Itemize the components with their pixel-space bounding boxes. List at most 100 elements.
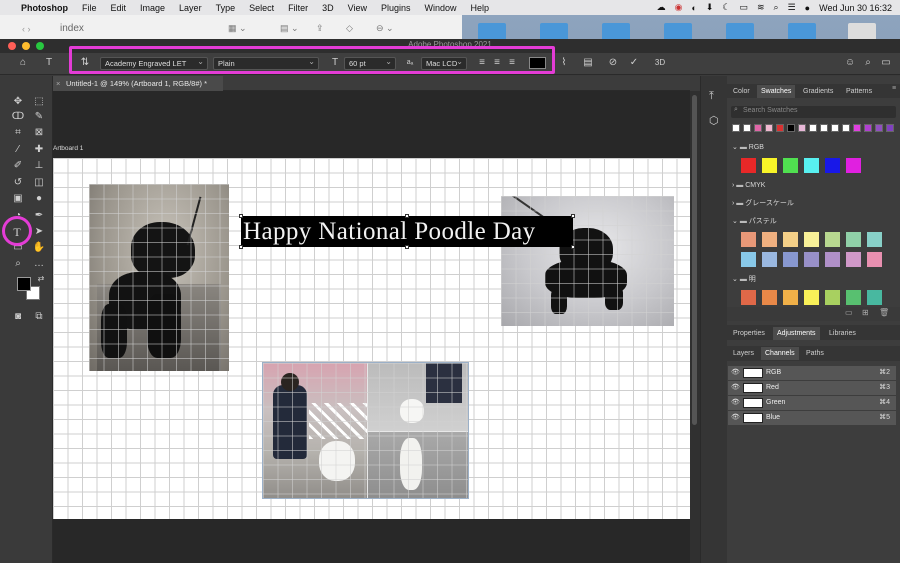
workspace-icon[interactable]: ▭ <box>879 56 893 70</box>
artboard-label[interactable]: Artboard 1 <box>53 145 83 152</box>
stamp-tool-icon[interactable]: ⊥ <box>32 159 46 173</box>
swatch[interactable] <box>875 124 883 132</box>
hand-tool-icon[interactable]: ✋ <box>32 241 46 255</box>
tab-channels[interactable]: Channels <box>761 347 799 360</box>
menu-image[interactable]: Image <box>133 3 172 13</box>
frame-tool-icon[interactable]: ⊠ <box>32 126 46 140</box>
eye-icon[interactable]: 👁 <box>731 396 740 410</box>
swatch[interactable] <box>783 252 798 267</box>
menu-type[interactable]: Type <box>209 3 243 13</box>
close-tab-icon[interactable]: × <box>56 76 60 91</box>
channel-row[interactable]: 👁 Green ⌘4 <box>728 396 896 410</box>
tab-properties[interactable]: Properties <box>733 327 765 340</box>
tab-patterns[interactable]: Patterns <box>846 85 872 98</box>
transform-handle[interactable] <box>239 214 243 218</box>
record-icon[interactable]: ◉ <box>675 2 683 13</box>
menu-plugins[interactable]: Plugins <box>374 3 418 13</box>
menu-edit[interactable]: Edit <box>104 3 134 13</box>
transform-handle[interactable] <box>405 214 409 218</box>
group-icon[interactable]: ▤ ⌄ <box>280 23 299 34</box>
eye-icon[interactable]: 👁 <box>731 366 740 380</box>
screen-mode-icon[interactable]: ⧉ <box>32 310 46 324</box>
channel-row[interactable]: 👁 RGB ⌘2 <box>728 366 896 380</box>
menu-view[interactable]: View <box>341 3 374 13</box>
swatch[interactable] <box>754 124 762 132</box>
more-tools-icon[interactable]: … <box>32 257 46 271</box>
swatch[interactable] <box>867 290 882 305</box>
cancel-icon[interactable]: ⊘ <box>606 56 620 70</box>
tag-icon[interactable]: ◇ <box>346 23 353 34</box>
swatch[interactable] <box>809 124 817 132</box>
menu-filter[interactable]: Filter <box>281 3 315 13</box>
crop-tool-icon[interactable]: ⌗ <box>11 126 25 140</box>
swatch[interactable] <box>853 124 861 132</box>
path-select-tool-icon[interactable]: ➤ <box>32 225 46 239</box>
swap-colors-icon[interactable]: ⇄ <box>34 272 48 286</box>
search-menubar-icon[interactable]: ⌕ <box>774 2 779 13</box>
panel-menu-icon[interactable]: ≡ <box>892 85 896 92</box>
gradient-tool-icon[interactable]: ▣ <box>11 192 25 206</box>
transform-handle[interactable] <box>239 245 243 249</box>
tab-swatches[interactable]: Swatches <box>757 85 796 98</box>
history-brush-icon[interactable]: ↺ <box>11 176 25 190</box>
menu-window[interactable]: Window <box>418 3 464 13</box>
tab-paths[interactable]: Paths <box>806 347 824 360</box>
history-panel-icon[interactable]: ⤒ <box>709 90 714 103</box>
swatch[interactable] <box>864 124 872 132</box>
download-icon[interactable]: ⬇ <box>706 2 714 13</box>
transform-handle[interactable] <box>405 245 409 249</box>
swatch[interactable] <box>787 124 795 132</box>
swatch[interactable] <box>732 124 740 132</box>
3d-panel-icon[interactable]: ⬡ <box>709 114 719 127</box>
disclosure-icon[interactable]: ⌄ <box>732 144 740 151</box>
zoom-tool-icon[interactable]: ⌕ <box>11 257 25 271</box>
swatch[interactable] <box>804 232 819 247</box>
swatch-group[interactable]: › ▬ CMYK <box>732 180 765 192</box>
folder-icon[interactable]: ▭ <box>845 308 853 317</box>
eyedropper-tool-icon[interactable]: ⁄ <box>11 143 25 157</box>
swatch[interactable] <box>825 290 840 305</box>
menu-3d[interactable]: 3D <box>315 3 341 13</box>
swatch[interactable] <box>867 232 882 247</box>
swatch[interactable] <box>804 158 819 173</box>
menu-file[interactable]: File <box>75 3 104 13</box>
swatch-search-input[interactable]: ⌕ Search Swatches <box>731 106 896 118</box>
lasso-tool-icon[interactable]: ↀ <box>11 110 25 124</box>
share-cloud-icon[interactable]: ☺ <box>843 56 857 70</box>
keyboard-icon[interactable]: ▭ <box>739 2 748 13</box>
swatch[interactable] <box>842 124 850 132</box>
swatch[interactable] <box>762 252 777 267</box>
swatch[interactable] <box>804 290 819 305</box>
moon-icon[interactable]: ☾ <box>722 2 730 13</box>
swatch[interactable] <box>867 252 882 267</box>
swatch-group[interactable]: ⌄ ▬ RGB <box>732 142 764 154</box>
menu-app-name[interactable]: Photoshop <box>14 3 75 13</box>
user-icon[interactable]: ● <box>805 3 810 13</box>
swatch[interactable] <box>846 232 861 247</box>
swatch[interactable] <box>825 232 840 247</box>
swatch[interactable] <box>846 158 861 173</box>
swatch[interactable] <box>825 252 840 267</box>
swatch[interactable] <box>741 232 756 247</box>
pen-tool-icon[interactable]: ✒ <box>32 209 46 223</box>
warp-text-icon[interactable]: ⌇ <box>557 56 571 70</box>
control-center-icon[interactable]: ☰ <box>788 2 796 13</box>
close-button[interactable] <box>8 42 16 50</box>
tab-gradients[interactable]: Gradients <box>803 85 833 98</box>
channel-row[interactable]: 👁 Red ⌘3 <box>728 381 896 395</box>
swatch[interactable] <box>741 158 756 173</box>
swatch[interactable] <box>762 290 777 305</box>
swatch[interactable] <box>776 124 784 132</box>
3d-button[interactable]: 3D <box>652 56 668 70</box>
swatch[interactable] <box>886 124 894 132</box>
move-tool-icon[interactable]: ✥ <box>11 95 25 109</box>
menu-layer[interactable]: Layer <box>172 3 209 13</box>
back-forward-icon[interactable]: ‹ › <box>22 24 31 34</box>
home-icon[interactable]: ⌂ <box>16 56 30 70</box>
text-layer[interactable]: Happy National Poodle Day <box>241 216 573 247</box>
swatch[interactable] <box>783 290 798 305</box>
zoom-button[interactable] <box>36 42 44 50</box>
action-icon[interactable]: ⊖ ⌄ <box>376 23 394 34</box>
view-icon[interactable]: ▦ ⌄ <box>228 23 247 34</box>
swatch[interactable] <box>762 232 777 247</box>
